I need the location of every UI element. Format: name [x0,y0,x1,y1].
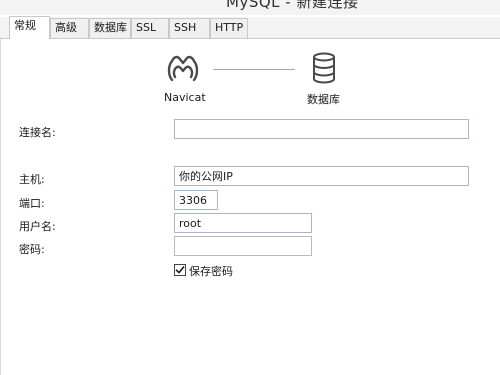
connection-line [213,69,295,70]
connection-name-label: 连接名: [19,126,56,139]
tab-ssl[interactable]: SSL [131,18,169,38]
checkmark-icon [175,266,185,274]
window-title: MySQL - 新建连接 [226,0,359,11]
database-label: 数据库 [307,93,340,106]
tab-general[interactable]: 常规 [9,16,50,39]
port-input[interactable] [174,190,218,210]
general-tab-panel [0,39,500,375]
password-input[interactable] [174,236,312,256]
title-bar: MySQL - 新建连接 [0,0,500,15]
navicat-label: Navicat [164,91,206,104]
tab-ssh[interactable]: SSH [169,18,210,38]
username-label: 用户名: [19,220,56,233]
navicat-logo-icon [167,55,199,82]
save-password-label[interactable]: 保存密码 [189,263,233,279]
database-icon [313,52,335,84]
password-label: 密码: [19,243,45,256]
connection-name-input[interactable] [174,119,469,139]
host-input[interactable] [174,166,469,186]
host-label: 主机: [19,173,45,186]
tab-strip: 常规 高级 数据库 SSL SSH HTTP [0,16,500,39]
port-label: 端口: [19,197,45,210]
new-connection-window: MySQL - 新建连接 常规 高级 数据库 SSL SSH HTTP Navi… [0,0,500,375]
save-password-checkbox[interactable] [174,264,186,276]
tab-http[interactable]: HTTP [210,18,248,38]
tab-advanced[interactable]: 高级 [50,18,89,38]
username-input[interactable] [174,213,312,233]
tab-databases[interactable]: 数据库 [89,18,131,38]
